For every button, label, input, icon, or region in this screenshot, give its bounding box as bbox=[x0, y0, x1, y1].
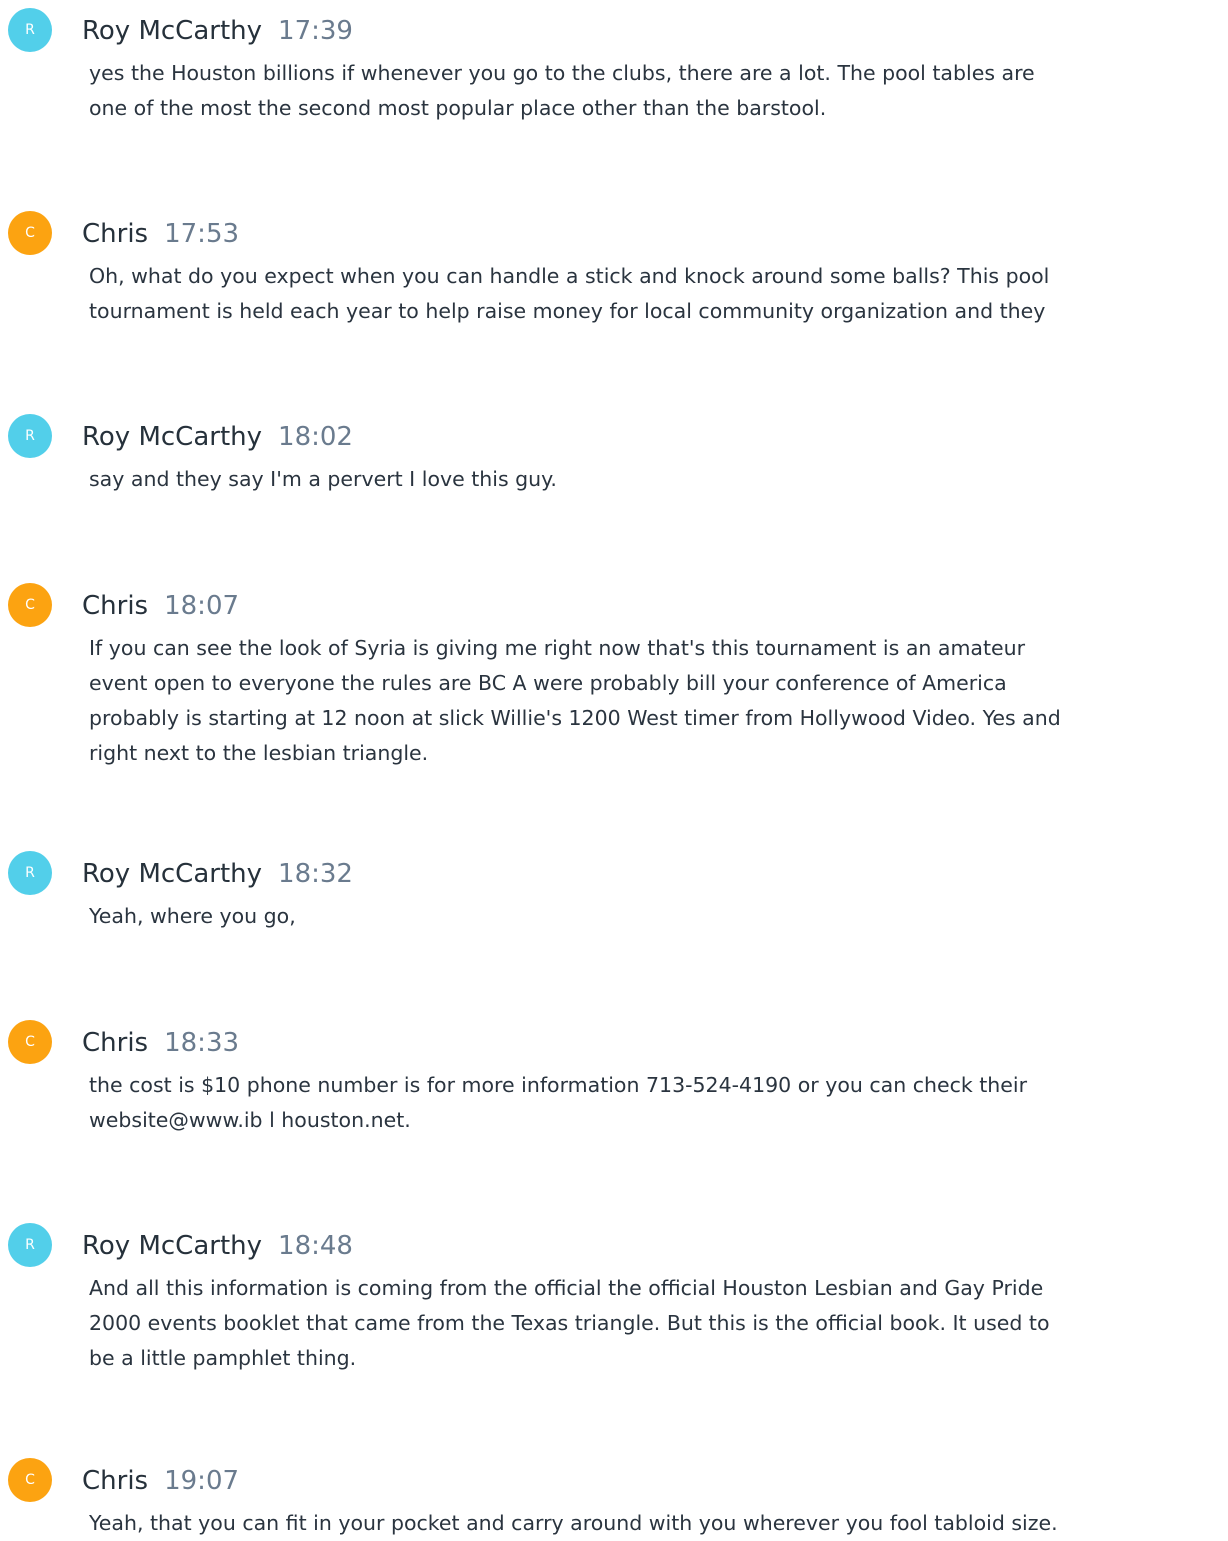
utterance-line: the cost is $10 phone number is for more… bbox=[89, 1073, 1028, 1097]
speaker-name: Roy McCarthy bbox=[82, 422, 263, 452]
timestamp[interactable]: 18:02 bbox=[278, 422, 353, 452]
utterance-line: say and they say I'm a pervert I love th… bbox=[89, 467, 557, 491]
speaker-name: Chris bbox=[82, 591, 149, 621]
utterance-text: say and they say I'm a pervert I love th… bbox=[89, 462, 1228, 497]
utterance-text: the cost is $10 phone number is for more… bbox=[89, 1068, 1228, 1138]
speaker-row: Chris 17:53 bbox=[82, 215, 239, 253]
timestamp[interactable]: 18:32 bbox=[278, 859, 353, 889]
speaker-avatar: C bbox=[8, 583, 52, 627]
utterance-line: yes the Houston billions if whenever you… bbox=[89, 61, 1035, 85]
speaker-row: Chris 18:07 bbox=[82, 587, 239, 625]
utterance-text: If you can see the look of Syria is givi… bbox=[89, 631, 1228, 771]
speaker-name: Chris bbox=[82, 219, 149, 249]
timestamp[interactable]: 18:07 bbox=[164, 591, 239, 621]
utterance-line: right next to the lesbian triangle. bbox=[89, 741, 429, 765]
speaker-row: Roy McCarthy 17:39 bbox=[82, 12, 353, 50]
utterance-line: probably is starting at 12 noon at slick… bbox=[89, 706, 1061, 730]
speaker-avatar: R bbox=[8, 414, 52, 458]
transcript: R Roy McCarthy 17:39 yes the Houston bill… bbox=[0, 0, 1228, 1535]
utterance-text: And all this information is coming from … bbox=[89, 1271, 1228, 1376]
speaker-row: Roy McCarthy 18:02 bbox=[82, 418, 353, 456]
speaker-row: Roy McCarthy 18:32 bbox=[82, 855, 353, 893]
utterance-line: event open to everyone the rules are BC … bbox=[89, 671, 1007, 695]
utterance-line: Yeah, that you can fit in your pocket an… bbox=[89, 1511, 1058, 1535]
utterance-text: Yeah, that you can fit in your pocket an… bbox=[89, 1506, 1228, 1541]
utterance-text: yes the Houston billions if whenever you… bbox=[89, 56, 1228, 126]
timestamp[interactable]: 18:48 bbox=[278, 1231, 353, 1261]
speaker-avatar: C bbox=[8, 211, 52, 255]
utterance-line: Oh, what do you expect when you can hand… bbox=[89, 264, 1050, 288]
utterance-line: be a little pamphlet thing. bbox=[89, 1346, 357, 1370]
speaker-avatar: R bbox=[8, 851, 52, 895]
speaker-name: Chris bbox=[82, 1028, 149, 1058]
speaker-name: Chris bbox=[82, 1466, 149, 1496]
timestamp[interactable]: 19:07 bbox=[164, 1466, 239, 1496]
utterance-line: one of the most the second most popular … bbox=[89, 96, 827, 120]
utterance-text: Oh, what do you expect when you can hand… bbox=[89, 259, 1228, 329]
utterance-line: If you can see the look of Syria is givi… bbox=[89, 636, 1026, 660]
speaker-name: Roy McCarthy bbox=[82, 16, 263, 46]
utterance-line: 2000 events booklet that came from the T… bbox=[89, 1311, 1050, 1335]
speaker-avatar: C bbox=[8, 1458, 52, 1502]
speaker-avatar: R bbox=[8, 1223, 52, 1267]
utterance-line: tournament is held each year to help rai… bbox=[89, 299, 1046, 323]
timestamp[interactable]: 17:39 bbox=[278, 16, 353, 46]
speaker-avatar: C bbox=[8, 1020, 52, 1064]
utterance-line: And all this information is coming from … bbox=[89, 1276, 1044, 1300]
speaker-row: Roy McCarthy 18:48 bbox=[82, 1227, 353, 1265]
speaker-row: Chris 19:07 bbox=[82, 1462, 239, 1500]
utterance-line: Yeah, where you go, bbox=[89, 904, 296, 928]
speaker-name: Roy McCarthy bbox=[82, 859, 263, 889]
utterance-line: website@www.ib l houston.net. bbox=[89, 1108, 411, 1132]
utterance-text: Yeah, where you go, bbox=[89, 899, 1228, 934]
speaker-avatar: R bbox=[8, 8, 52, 52]
timestamp[interactable]: 18:33 bbox=[164, 1028, 239, 1058]
speaker-row: Chris 18:33 bbox=[82, 1024, 239, 1062]
timestamp[interactable]: 17:53 bbox=[164, 219, 239, 249]
speaker-name: Roy McCarthy bbox=[82, 1231, 263, 1261]
